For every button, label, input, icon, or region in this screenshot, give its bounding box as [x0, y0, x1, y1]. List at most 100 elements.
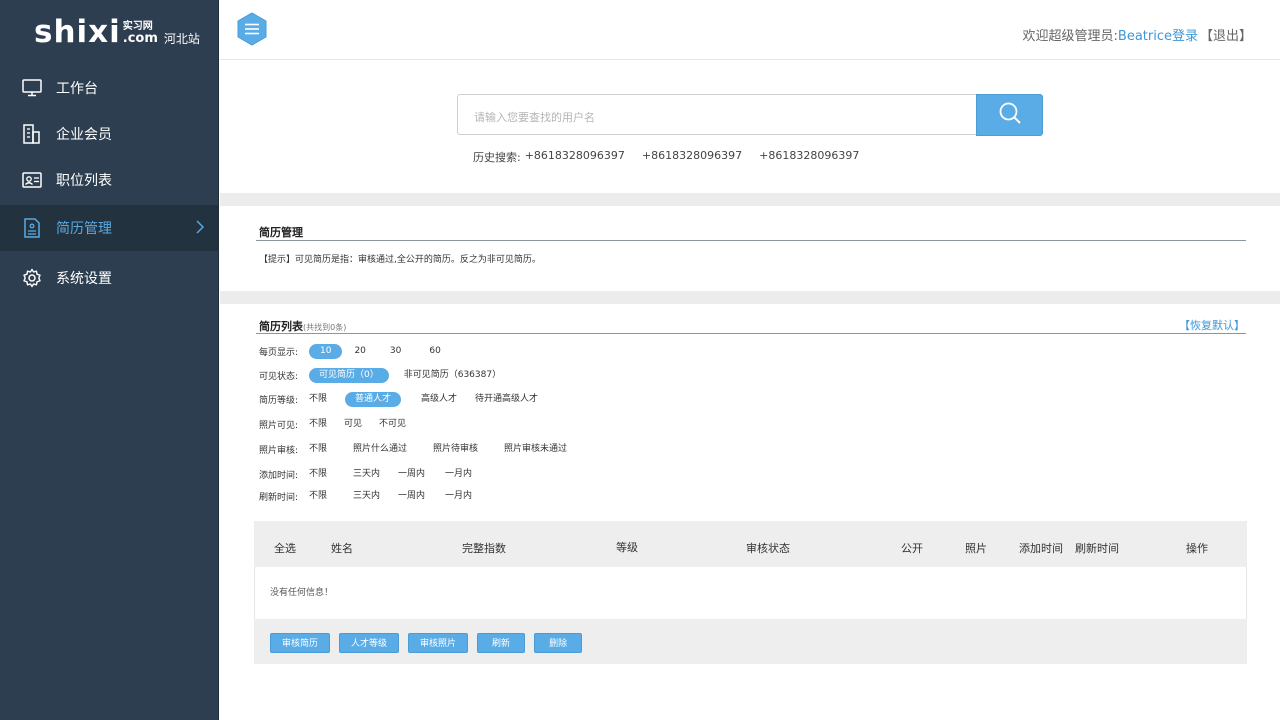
filter-option[interactable]: 一周内	[398, 489, 425, 504]
filter-add-time: 添加时间: 不限 三天内 一周内 一月内	[259, 466, 477, 482]
chevron-right-icon	[196, 220, 205, 238]
column-header: 公开	[901, 542, 923, 555]
menu-toggle-button[interactable]	[236, 12, 268, 46]
filter-option[interactable]: 三天内	[353, 467, 380, 482]
filter-option[interactable]: 不限	[309, 467, 327, 482]
logo-site: 河北站	[163, 31, 200, 46]
filter-photo-visible: 照片可见: 不限 可见 不可见	[259, 416, 411, 432]
filter-label: 照片审核:	[259, 445, 299, 456]
filter-label: 可见状态:	[259, 371, 299, 382]
logo[interactable]: shixi 实习网 .com 河北站	[0, 0, 218, 64]
logo-brand: shixi	[34, 13, 121, 50]
column-header: 审核状态	[746, 542, 790, 555]
resume-table: 全选 姓名 完整指数 等级 审核状态 公开 照片 添加时间 刷新时间 操作 没有…	[254, 521, 1247, 664]
history-item[interactable]: +8618328096397	[642, 149, 742, 165]
history-label: 历史搜索:	[473, 151, 521, 164]
logo-com: .com	[122, 31, 158, 46]
filter-label: 每页显示:	[259, 347, 299, 358]
resume-icon	[22, 218, 42, 238]
filter-option[interactable]: 可见简历（0）	[309, 367, 389, 383]
table-actions: 审核简历 人才等级 审核照片 刷新 删除	[270, 633, 591, 653]
panel-divider	[256, 240, 1246, 241]
sidebar-item-label: 简历管理	[56, 221, 112, 237]
column-header: 照片	[965, 542, 987, 555]
history-item[interactable]: +8618328096397	[759, 149, 859, 165]
filter-option[interactable]: 20	[348, 344, 371, 359]
sidebar-nav: 工作台 企业会员 职位列表 简历管理 系统设置	[0, 65, 218, 301]
sidebar-item-label: 工作台	[56, 81, 98, 97]
filter-option[interactable]: 非可见简历（636387）	[394, 368, 511, 383]
table-body: 没有任何信息！	[254, 567, 1247, 619]
filter-option[interactable]: 10	[309, 343, 343, 359]
filter-label: 照片可见:	[259, 420, 299, 431]
search-icon	[998, 101, 1022, 129]
sidebar: shixi 实习网 .com 河北站 工作台 企业会员 职位列表 简历管理 系统…	[0, 0, 219, 720]
history-item[interactable]: +8618328096397	[525, 149, 625, 165]
monitor-icon	[22, 78, 42, 98]
filter-option[interactable]: 普通人才	[345, 391, 402, 407]
select-all-checkbox[interactable]: 全选	[274, 540, 296, 556]
filter-option[interactable]: 60	[423, 344, 446, 359]
table-header: 全选 姓名 完整指数 等级 审核状态 公开 照片 添加时间 刷新时间 操作	[254, 521, 1247, 567]
filter-label: 简历等级:	[259, 395, 299, 406]
filter-option[interactable]: 一周内	[398, 467, 425, 482]
restore-default-link[interactable]: 【恢复默认】	[1179, 317, 1245, 333]
sidebar-item-workbench[interactable]: 工作台	[0, 65, 218, 111]
filter-page-size: 每页显示: 10 20 30 60	[259, 343, 452, 359]
delete-button[interactable]: 删除	[534, 633, 583, 653]
filter-option[interactable]: 不限	[309, 392, 327, 407]
column-header: 姓名	[331, 542, 353, 555]
user-link[interactable]: Beatrice登录	[1118, 29, 1198, 44]
search-button[interactable]	[976, 94, 1043, 136]
filter-option[interactable]: 三天内	[353, 489, 380, 504]
tip-text: 【提示】可见简历是指：审核通过,全公开的简历。反之为非可见简历。	[259, 255, 541, 265]
filter-option[interactable]: 一月内	[445, 467, 472, 482]
building-icon	[22, 124, 42, 144]
resume-panel-title: 简历管理	[259, 226, 303, 239]
column-header: 操作	[1186, 542, 1208, 555]
review-resume-button[interactable]: 审核简历	[270, 633, 331, 653]
filter-refresh-time: 刷新时间: 不限 三天内 一周内 一月内	[259, 488, 477, 504]
search-input[interactable]: 请输入您要查找的用户名	[457, 94, 977, 135]
talent-level-button[interactable]: 人才等级	[339, 633, 400, 653]
sidebar-item-resume[interactable]: 简历管理	[0, 205, 218, 251]
filter-option[interactable]: 不限	[309, 417, 327, 432]
filter-option[interactable]: 一月内	[445, 489, 472, 504]
gear-icon	[22, 268, 42, 288]
sidebar-item-label: 系统设置	[56, 271, 112, 287]
column-header: 等级	[616, 541, 638, 554]
filter-visibility: 可见状态: 可见简历（0） 非可见简历（636387）	[259, 367, 516, 383]
filter-option[interactable]: 高级人才	[411, 392, 467, 407]
filter-option[interactable]: 不限	[309, 489, 327, 504]
filter-option[interactable]: 不限	[309, 442, 327, 457]
list-panel-title: 简历列表(共找到0条)	[259, 320, 347, 333]
panel-divider	[256, 333, 1246, 334]
refresh-button[interactable]: 刷新	[477, 633, 526, 653]
review-photo-button[interactable]: 审核照片	[408, 633, 469, 653]
sidebar-item-company[interactable]: 企业会员	[0, 111, 218, 157]
filter-option[interactable]: 照片什么通过	[353, 442, 407, 457]
filter-option[interactable]: 照片审核未通过	[504, 442, 567, 457]
section-divider	[220, 193, 1280, 206]
id-card-icon	[22, 170, 42, 190]
logout-link[interactable]: 【退出】	[1200, 25, 1252, 44]
column-header: 添加时间	[1019, 542, 1063, 555]
filter-option[interactable]: 待开通高级人才	[467, 392, 546, 407]
empty-message: 没有任何信息！	[270, 588, 334, 598]
filter-option[interactable]: 可见	[344, 417, 362, 432]
filter-option[interactable]: 不可见	[379, 417, 406, 432]
topbar: 欢迎超级管理员:Beatrice登录 【退出】	[220, 0, 1280, 60]
sidebar-item-label: 职位列表	[56, 173, 112, 189]
column-header: 刷新时间	[1075, 542, 1119, 555]
search-history: 历史搜索: +8618328096397 +8618328096397 +861…	[473, 149, 876, 165]
sidebar-item-jobs[interactable]: 职位列表	[0, 157, 218, 203]
filter-label: 添加时间:	[259, 470, 299, 481]
sidebar-item-settings[interactable]: 系统设置	[0, 255, 218, 301]
filter-option[interactable]: 30	[384, 344, 407, 359]
column-header: 完整指数	[462, 542, 506, 555]
result-count: (共找到0条)	[303, 323, 347, 332]
welcome-text: 欢迎超级管理员:Beatrice登录	[1022, 29, 1198, 44]
sidebar-item-label: 企业会员	[56, 127, 112, 143]
filter-option[interactable]: 照片待审核	[433, 442, 478, 457]
filter-label: 刷新时间:	[259, 492, 299, 503]
